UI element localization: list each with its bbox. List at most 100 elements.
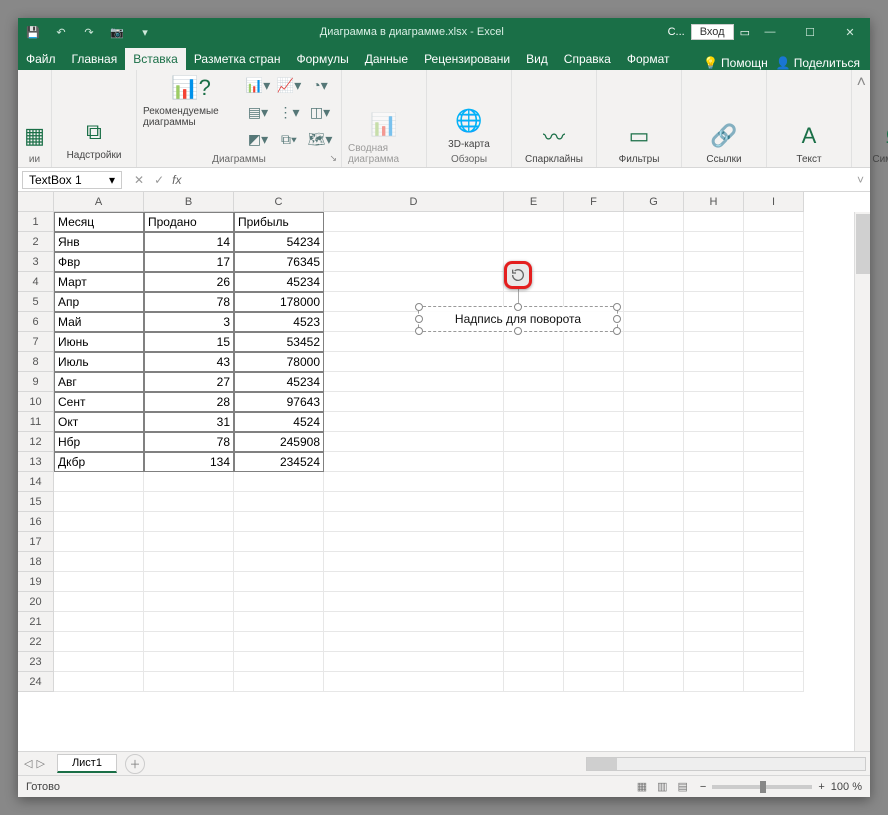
cell[interactable]: [564, 232, 624, 252]
cell[interactable]: [564, 572, 624, 592]
cell[interactable]: [684, 572, 744, 592]
cell[interactable]: 17: [144, 252, 234, 272]
line-chart-icon[interactable]: 📈▾: [276, 74, 302, 96]
cell[interactable]: [684, 512, 744, 532]
cell[interactable]: [324, 232, 504, 252]
cell[interactable]: Нбр: [54, 432, 144, 452]
cell[interactable]: [504, 232, 564, 252]
tables-icon[interactable]: ▦: [21, 122, 49, 150]
cell[interactable]: [234, 512, 324, 532]
vertical-scrollbar[interactable]: [854, 212, 870, 751]
camera-icon[interactable]: 📷: [106, 21, 128, 43]
links-button[interactable]: 🔗Ссылки: [688, 122, 760, 165]
resize-handle[interactable]: [613, 303, 621, 311]
row-header[interactable]: 24: [18, 672, 54, 692]
cell[interactable]: [504, 392, 564, 412]
tab-data[interactable]: Данные: [357, 48, 416, 70]
cell[interactable]: [504, 532, 564, 552]
cell[interactable]: [234, 492, 324, 512]
cell[interactable]: [324, 272, 504, 292]
row-header[interactable]: 10: [18, 392, 54, 412]
cell[interactable]: Дкбр: [54, 452, 144, 472]
cell[interactable]: [624, 392, 684, 412]
row-header[interactable]: 14: [18, 472, 54, 492]
cell[interactable]: [684, 252, 744, 272]
cell[interactable]: [144, 592, 234, 612]
col-header[interactable]: I: [744, 192, 804, 212]
cell[interactable]: [684, 432, 744, 452]
cell[interactable]: [324, 532, 504, 552]
pivot-chart-button[interactable]: 📊Сводная диаграмма: [348, 111, 420, 165]
view-page-break-icon[interactable]: ▤: [678, 780, 688, 793]
cell[interactable]: [564, 492, 624, 512]
cell[interactable]: [504, 472, 564, 492]
cell[interactable]: [684, 312, 744, 332]
zoom-in-button[interactable]: +: [818, 781, 824, 793]
cell[interactable]: [234, 612, 324, 632]
cell[interactable]: [624, 232, 684, 252]
cell[interactable]: 97643: [234, 392, 324, 412]
cell[interactable]: [624, 552, 684, 572]
col-header[interactable]: B: [144, 192, 234, 212]
tab-home[interactable]: Главная: [64, 48, 126, 70]
cell[interactable]: [504, 652, 564, 672]
cell[interactable]: [324, 632, 504, 652]
cell[interactable]: [564, 472, 624, 492]
filters-button[interactable]: ▭Фильтры: [603, 122, 675, 165]
cell[interactable]: [234, 532, 324, 552]
resize-handle[interactable]: [613, 315, 621, 323]
cell[interactable]: [324, 352, 504, 372]
cell[interactable]: [624, 312, 684, 332]
undo-icon[interactable]: ↶: [50, 21, 72, 43]
col-header[interactable]: C: [234, 192, 324, 212]
cell[interactable]: 43: [144, 352, 234, 372]
cell[interactable]: [684, 612, 744, 632]
cell[interactable]: [504, 212, 564, 232]
row-header[interactable]: 8: [18, 352, 54, 372]
cell[interactable]: [504, 432, 564, 452]
cell[interactable]: [324, 492, 504, 512]
tell-me[interactable]: 💡 Помощн: [703, 56, 768, 70]
cell[interactable]: [504, 552, 564, 572]
tab-view[interactable]: Вид: [518, 48, 556, 70]
cell[interactable]: [684, 392, 744, 412]
cell[interactable]: [744, 472, 804, 492]
cell[interactable]: [744, 352, 804, 372]
col-header[interactable]: H: [684, 192, 744, 212]
cell[interactable]: [684, 372, 744, 392]
cell[interactable]: [324, 552, 504, 572]
hierarchy-chart-icon[interactable]: ▤▾: [245, 101, 271, 123]
cell[interactable]: [624, 252, 684, 272]
cell[interactable]: [564, 272, 624, 292]
cell[interactable]: [624, 512, 684, 532]
cell[interactable]: Март: [54, 272, 144, 292]
cell[interactable]: [504, 332, 564, 352]
cell[interactable]: Июль: [54, 352, 144, 372]
cell[interactable]: [744, 392, 804, 412]
zoom-out-button[interactable]: −: [700, 781, 706, 793]
cell[interactable]: 4523: [234, 312, 324, 332]
cell[interactable]: [234, 592, 324, 612]
tab-review[interactable]: Рецензировани: [416, 48, 518, 70]
rotate-handle[interactable]: [504, 261, 532, 289]
row-header[interactable]: 1: [18, 212, 54, 232]
cell[interactable]: [324, 572, 504, 592]
cell[interactable]: [624, 612, 684, 632]
select-all-corner[interactable]: [18, 192, 54, 212]
cell[interactable]: [624, 332, 684, 352]
chevron-down-icon[interactable]: ▾: [109, 173, 115, 187]
cell[interactable]: [564, 532, 624, 552]
row-header[interactable]: 3: [18, 252, 54, 272]
cell[interactable]: [624, 532, 684, 552]
cell[interactable]: [624, 492, 684, 512]
pie-chart-icon[interactable]: ◔▾: [307, 74, 333, 96]
cell[interactable]: [624, 432, 684, 452]
cell[interactable]: 178000: [234, 292, 324, 312]
cell[interactable]: [624, 292, 684, 312]
cell[interactable]: [624, 412, 684, 432]
row-header[interactable]: 21: [18, 612, 54, 632]
view-page-layout-icon[interactable]: ▥: [657, 780, 667, 793]
col-header[interactable]: F: [564, 192, 624, 212]
cell[interactable]: [324, 412, 504, 432]
cell[interactable]: [624, 652, 684, 672]
